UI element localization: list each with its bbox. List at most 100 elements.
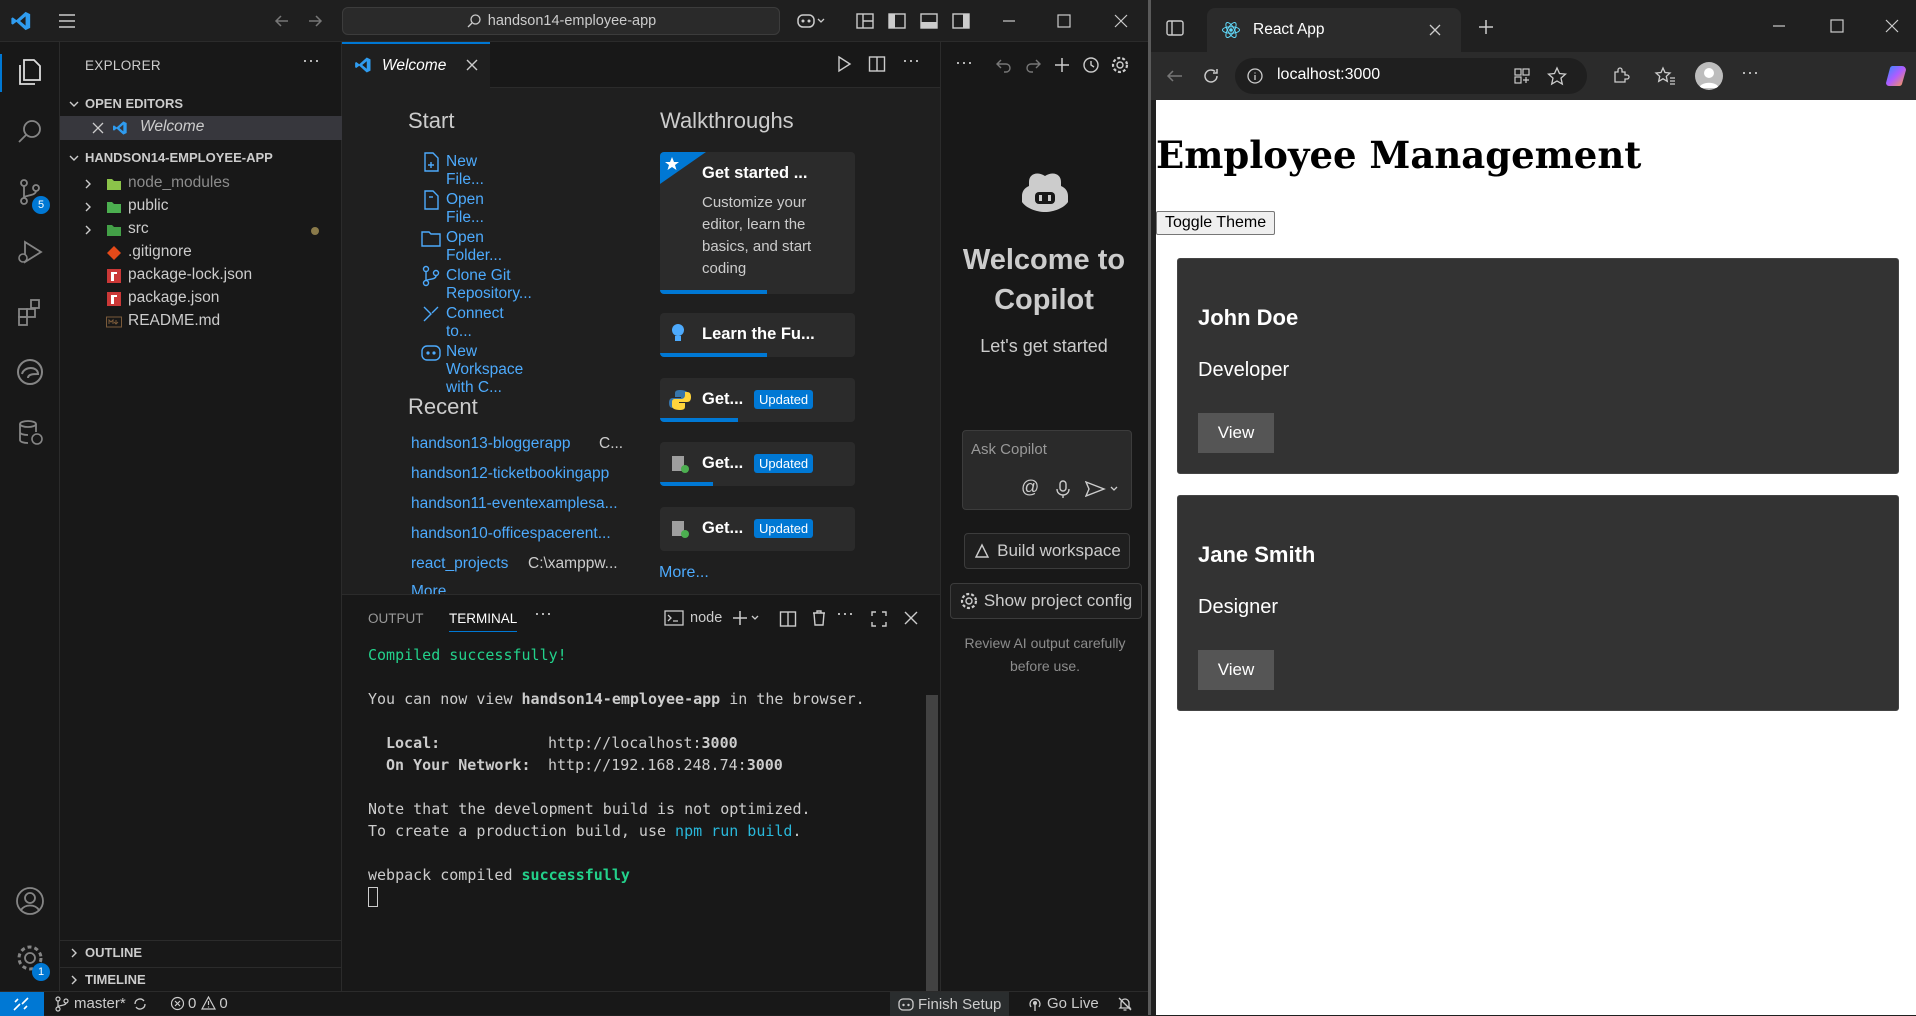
back-arrow-icon[interactable] <box>271 10 293 32</box>
favorite-star-icon[interactable] <box>1547 66 1567 86</box>
redo-icon[interactable] <box>1024 56 1042 74</box>
trash-icon[interactable] <box>810 609 828 627</box>
recent-item[interactable]: handson12-ticketbookingapp <box>411 465 609 483</box>
open-folder-link[interactable]: Open Folder... <box>421 229 502 265</box>
refresh-icon[interactable] <box>1201 66 1221 86</box>
walkthrough-learn[interactable]: Learn the Fu... <box>660 313 855 357</box>
explorer-icon[interactable] <box>14 56 46 88</box>
finish-setup-button[interactable]: Finish Setup <box>890 992 1010 1016</box>
back-arrow-icon[interactable] <box>1165 66 1185 86</box>
database-icon[interactable] <box>14 416 46 448</box>
close-panel-icon[interactable] <box>904 611 918 625</box>
view-button[interactable]: View <box>1198 650 1274 690</box>
search-icon[interactable] <box>14 116 46 148</box>
split-terminal-icon[interactable] <box>779 610 797 628</box>
problems-indicator[interactable]: 0 0 <box>170 995 228 1012</box>
copilot-settings-icon[interactable] <box>1111 56 1129 74</box>
extensions-icon[interactable] <box>14 296 46 328</box>
walkthrough-db-2[interactable]: Get... Updated <box>660 507 855 551</box>
walkthrough-python[interactable]: Get... Updated <box>660 378 855 422</box>
split-editor-icon[interactable] <box>868 55 886 73</box>
send-icon[interactable] <box>1085 481 1121 497</box>
tab-terminal[interactable]: TERMINAL <box>449 611 518 632</box>
editor-more-icon[interactable]: ··· <box>902 50 920 71</box>
extensions-icon[interactable] <box>1611 66 1631 86</box>
maximize-icon[interactable] <box>1829 18 1845 34</box>
branch-indicator[interactable]: master* <box>54 995 148 1012</box>
close-icon[interactable] <box>1884 18 1900 34</box>
terminal-more-icon[interactable]: ··· <box>836 603 854 624</box>
command-center-search[interactable]: handson14-employee-app <box>342 7 780 35</box>
recent-item[interactable]: handson10-officespacerent... <box>411 525 611 543</box>
forward-arrow-icon[interactable] <box>304 10 326 32</box>
toggle-sidebar-icon[interactable] <box>886 10 908 32</box>
run-icon[interactable] <box>835 55 853 73</box>
clone-repo-link[interactable]: Clone Git Repository... <box>422 265 532 303</box>
undo-icon[interactable] <box>995 56 1013 74</box>
browser-tab-react-app[interactable]: React App <box>1207 8 1461 52</box>
open-file-link[interactable]: Open File... <box>424 190 484 227</box>
close-icon[interactable] <box>1110 10 1132 32</box>
minimize-icon[interactable] <box>1771 18 1787 34</box>
notifications-icon[interactable] <box>1117 996 1133 1012</box>
connect-link[interactable]: Connect to... <box>423 305 504 341</box>
toggle-theme-button[interactable]: Toggle Theme <box>1156 211 1276 235</box>
tab-welcome[interactable]: Welcome <box>342 42 490 88</box>
more-actions-icon[interactable]: ··· <box>302 50 320 71</box>
walkthrough-db-1[interactable]: Get... Updated <box>660 442 855 486</box>
history-icon[interactable] <box>1082 56 1100 74</box>
edge-devtools-icon[interactable] <box>14 356 46 388</box>
maximize-panel-icon[interactable] <box>870 610 888 628</box>
copilot-browser-icon[interactable] <box>1884 64 1908 88</box>
copilot-more-icon[interactable]: ··· <box>955 52 973 73</box>
new-chat-icon[interactable] <box>1053 56 1071 74</box>
new-workspace-link[interactable]: New Workspace with C... <box>421 343 523 397</box>
sync-icon[interactable] <box>132 996 148 1012</box>
toggle-panel-icon[interactable] <box>918 10 940 32</box>
recent-item[interactable]: handson13-bloggerapp <box>411 435 570 453</box>
walkthroughs-more-link[interactable]: More... <box>659 564 709 582</box>
close-editor-icon[interactable] <box>92 122 104 134</box>
app-available-icon[interactable] <box>1513 67 1531 85</box>
recent-more-link[interactable]: More... <box>411 583 459 594</box>
open-editor-item[interactable]: Welcome <box>60 116 342 140</box>
profile-avatar[interactable] <box>1695 62 1723 90</box>
open-editors-section[interactable]: OPEN EDITORS <box>60 92 342 116</box>
timeline-section[interactable]: TIMELINE <box>60 967 342 991</box>
copilot-menu-icon[interactable] <box>796 10 826 32</box>
tab-actions-icon[interactable] <box>1165 18 1185 38</box>
project-section[interactable]: HANDSON14-EMPLOYEE-APP <box>60 146 342 170</box>
layout-icon[interactable] <box>854 10 876 32</box>
browser-menu-icon[interactable]: ··· <box>1741 62 1759 83</box>
toggle-secondary-sidebar-icon[interactable] <box>950 10 972 32</box>
terminal-selector[interactable]: node <box>664 609 722 627</box>
show-project-config-button[interactable]: Show project config <box>950 583 1142 619</box>
minimize-icon[interactable] <box>998 10 1020 32</box>
walkthrough-get-started[interactable]: Get started ... Customize your editor, l… <box>660 152 855 294</box>
build-workspace-button[interactable]: Build workspace <box>964 533 1130 569</box>
microphone-icon[interactable] <box>1055 479 1071 499</box>
recent-item[interactable]: handson11-eventexamplesa... <box>411 495 618 513</box>
address-bar[interactable]: localhost:3000 <box>1235 58 1587 94</box>
go-live-button[interactable]: Go Live <box>1027 995 1099 1012</box>
mention-icon[interactable]: @ <box>1021 477 1039 498</box>
terminal-scrollbar[interactable] <box>926 695 938 991</box>
panel-more-icon[interactable]: ··· <box>534 603 552 624</box>
new-terminal-icon[interactable] <box>732 610 760 626</box>
outline-section[interactable]: OUTLINE <box>60 940 342 964</box>
account-icon[interactable] <box>14 885 46 917</box>
close-tab-icon[interactable] <box>1429 24 1441 36</box>
new-tab-icon[interactable] <box>1477 18 1495 36</box>
run-debug-icon[interactable] <box>14 236 46 268</box>
menu-icon[interactable] <box>56 10 78 32</box>
new-file-link[interactable]: New File... <box>424 152 484 189</box>
tab-output[interactable]: OUTPUT <box>368 611 424 626</box>
ask-copilot-input[interactable]: Ask Copilot @ <box>962 430 1132 510</box>
maximize-icon[interactable] <box>1053 10 1075 32</box>
view-button[interactable]: View <box>1198 413 1274 453</box>
recent-item[interactable]: react_projects <box>411 555 508 573</box>
close-tab-icon[interactable] <box>466 59 478 71</box>
favorites-icon[interactable] <box>1654 66 1676 86</box>
remote-indicator[interactable] <box>0 992 44 1016</box>
tree-item-readme[interactable]: README.md <box>60 309 342 335</box>
